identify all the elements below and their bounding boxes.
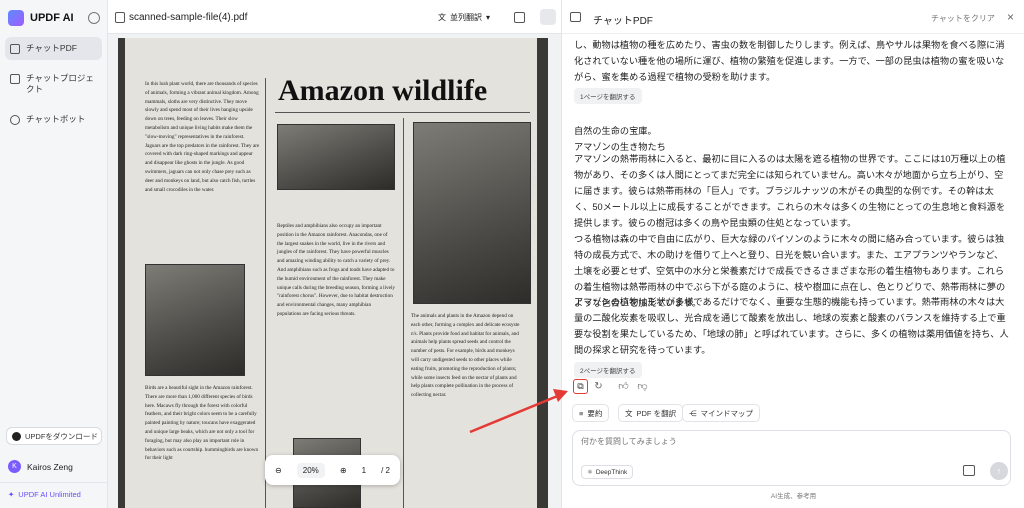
- translate-pdf-label: PDF を翻訳: [636, 408, 677, 418]
- owl-photo: [277, 124, 395, 190]
- divider: [275, 112, 530, 113]
- chat-panel: チャットPDF チャットをクリア × し、動物は植物の種を広めたり、害虫の数を制…: [561, 0, 1024, 508]
- chat-bubble-icon: [10, 115, 20, 125]
- download-updf-button[interactable]: UPDFをダウンロード: [6, 427, 102, 445]
- sidebar-item-label: チャットボット: [26, 114, 86, 124]
- brand[interactable]: UPDF AI: [8, 10, 74, 26]
- chat-message: アマゾンの植物は形状が多様であるだけでなく、重要な生態的機能も持っています。熱帯…: [574, 297, 1009, 355]
- folder-icon: [10, 74, 20, 84]
- zoom-bar: ⊖ 20% ⊕ 1 / 2: [265, 455, 400, 485]
- plan-badge[interactable]: ✦ UPDF AI Unlimited: [8, 490, 81, 499]
- image-upload-icon[interactable]: [963, 465, 975, 476]
- translate-icon: 文: [438, 13, 446, 22]
- close-icon[interactable]: ×: [1007, 10, 1014, 24]
- doc-column-1-top: In this lush plant world, there are thou…: [145, 81, 260, 193]
- flamingo-photo: [145, 264, 245, 376]
- sidebar-item-chatbot[interactable]: チャットボット: [5, 108, 102, 131]
- copy-icon[interactable]: ⧉: [573, 379, 588, 394]
- divider: [0, 482, 108, 483]
- updf-logo-icon: [8, 10, 24, 26]
- message-line: 自然の生命の宝庫。: [574, 126, 657, 136]
- chat-header: チャットPDF チャットをクリア ×: [562, 0, 1024, 34]
- chevron-down-icon: ▾: [486, 13, 491, 22]
- regenerate-icon[interactable]: ↻: [592, 380, 605, 393]
- translate-page-1-button[interactable]: 1ページを翻訳する: [574, 88, 642, 104]
- summary-label: 要約: [587, 408, 603, 418]
- clear-chat-button[interactable]: チャットをクリア: [931, 13, 995, 24]
- summary-icon: ≡: [579, 408, 584, 418]
- pdf-viewer: scanned-sample-file(4).pdf 文 並列翻訳 ▾ Amaz…: [108, 0, 561, 508]
- ai-disclaimer: AI生成、参考用: [770, 493, 817, 500]
- page-canvas[interactable]: Amazon wildlife In this lush plant world…: [118, 38, 548, 508]
- doc-column-2: Reptiles and amphibians also occupy an i…: [277, 223, 395, 317]
- summary-button[interactable]: ≡ 要約: [572, 404, 610, 422]
- translate-icon: 文: [625, 408, 633, 418]
- zoom-level[interactable]: 20%: [296, 462, 325, 478]
- chat-message: し、動物は植物の種を広めたり、害虫の数を制御したりします。例えば、鳥やサルは果物…: [574, 40, 1005, 82]
- app-name: UPDF AI: [30, 12, 74, 24]
- mindmap-button[interactable]: ⋲ マインドマップ: [682, 404, 760, 422]
- translate-pdf-button[interactable]: 文 PDF を翻訳: [618, 404, 684, 422]
- mindmap-icon: ⋲: [689, 408, 697, 418]
- chat-title: チャットPDF: [593, 16, 653, 27]
- file-name: scanned-sample-file(4).pdf: [129, 12, 248, 23]
- sidebar: UPDF AI チャットPDF チャットプロジェクト チャットボット UPDFを…: [0, 0, 108, 508]
- sidebar-item-chat-project[interactable]: チャットプロジェクト: [5, 67, 102, 101]
- sidebar-item-chat-pdf[interactable]: チャットPDF: [5, 37, 102, 60]
- pdf-page: Amazon wildlife In this lush plant world…: [125, 38, 537, 508]
- viewer-toolbar: scanned-sample-file(4).pdf 文 並列翻訳 ▾: [108, 0, 561, 34]
- divider: [265, 78, 266, 508]
- doc-column-3: The animals and plants in the Amazon dep…: [411, 313, 520, 399]
- zoom-out-icon[interactable]: ⊖: [275, 466, 282, 475]
- download-label: UPDFをダウンロード: [25, 431, 98, 441]
- deepthink-icon: ⚛: [587, 469, 593, 476]
- doc-column-1-bottom: Birds are a beautiful sight in the Amazo…: [145, 385, 259, 462]
- zoom-in-icon[interactable]: ⊕: [340, 466, 347, 475]
- thumbs-down-icon[interactable]: 👎︎: [636, 380, 649, 393]
- avatar: K: [8, 460, 21, 473]
- user-name: Kairos Zeng: [27, 461, 73, 472]
- divider: [403, 118, 404, 508]
- sidebar-nav: チャットPDF チャットプロジェクト チャットボット: [5, 37, 102, 138]
- page-total: / 2: [381, 465, 390, 475]
- history-icon[interactable]: [88, 12, 100, 24]
- sparkle-icon: ✦: [8, 490, 15, 499]
- download-icon[interactable]: [514, 12, 525, 23]
- translate-page-2-button[interactable]: 2ページを翻訳する: [574, 362, 642, 378]
- deepthink-toggle[interactable]: ⚛ DeepThink: [581, 465, 634, 479]
- page-current[interactable]: 1: [362, 466, 366, 475]
- sidebar-item-label: チャットPDF: [26, 43, 77, 53]
- chat-message: アマゾンの熱帯雨林に入ると、最初に目に入るのは太陽を遮る植物の世界です。ここには…: [574, 154, 1006, 228]
- chat-input[interactable]: [581, 437, 881, 446]
- sidebar-item-label: チャットプロジェクト: [26, 73, 94, 94]
- mindmap-label: マインドマップ: [700, 408, 754, 418]
- doc-headline: Amazon wildlife: [278, 74, 488, 107]
- translate-label: 並列翻訳: [450, 13, 482, 22]
- pdf-icon: [10, 44, 20, 54]
- parallel-translate-button[interactable]: 文 並列翻訳 ▾: [438, 12, 490, 23]
- panel-icon[interactable]: [570, 12, 581, 22]
- frog-photo: [413, 122, 531, 304]
- chat-input-box: ⚛ DeepThink ↑: [572, 430, 1011, 486]
- send-button[interactable]: ↑: [990, 462, 1008, 480]
- deepthink-label: DeepThink: [595, 468, 628, 476]
- plan-label: UPDF AI Unlimited: [18, 490, 81, 499]
- file-icon: [115, 12, 125, 23]
- thumbs-up-icon[interactable]: 👍︎: [617, 380, 630, 393]
- user-profile[interactable]: K Kairos Zeng: [8, 460, 73, 473]
- chat-panel-toggle-icon[interactable]: [540, 9, 556, 25]
- download-icon: [12, 431, 21, 441]
